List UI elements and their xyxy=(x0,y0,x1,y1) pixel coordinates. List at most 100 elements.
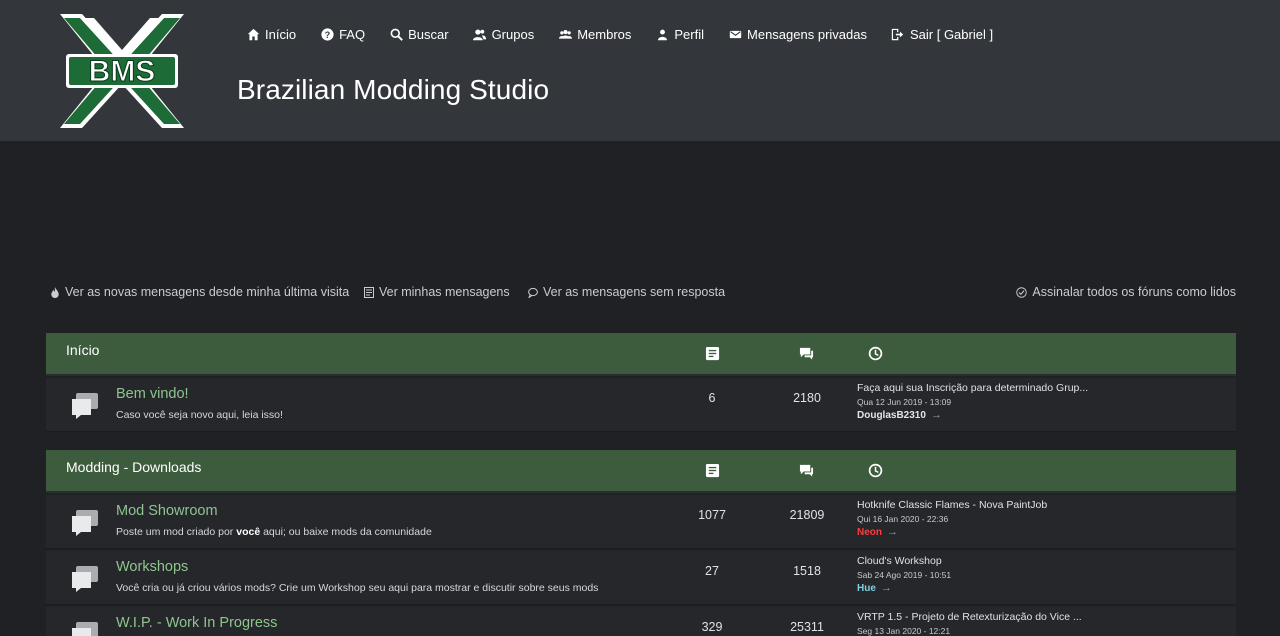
user-icon xyxy=(655,27,669,41)
forum-description: Caso você seja novo aqui, leia isso! xyxy=(116,409,283,421)
mail-icon xyxy=(728,27,742,41)
nav-members[interactable]: Membros xyxy=(558,27,631,42)
my-posts-label: Ver minhas mensagens xyxy=(379,285,510,299)
forum-title[interactable]: W.I.P. - Work In Progress xyxy=(116,615,277,631)
question-icon: ? xyxy=(320,27,334,41)
site-header: BMS Início ? FAQ Buscar Grupos Membros P… xyxy=(0,0,1280,141)
forum-description: Você cria ou já criou vários mods? Crie … xyxy=(116,582,599,594)
nav-groups-label: Grupos xyxy=(491,26,535,42)
check-circle-icon xyxy=(1015,286,1027,298)
forum-description-part: Poste um mod criado por xyxy=(116,526,237,538)
new-posts-link[interactable]: Ver as novas mensagens desde minha últim… xyxy=(50,285,349,299)
main-nav: Início ? FAQ Buscar Grupos Membros Perfi… xyxy=(246,26,1017,42)
site-title[interactable]: Brazilian Modding Studio xyxy=(237,74,549,106)
forum-topics-count: 6 xyxy=(708,391,716,405)
nav-search[interactable]: Buscar xyxy=(389,26,449,42)
forum-posts-count: 21809 xyxy=(789,508,825,522)
members-icon xyxy=(558,27,572,41)
nav-home[interactable]: Início xyxy=(246,27,296,42)
nav-logout[interactable]: Sair [ Gabriel ] xyxy=(891,27,993,42)
last-post-date: Qui 16 Jan 2020 - 22:36 xyxy=(857,514,949,524)
nav-faq[interactable]: ? FAQ xyxy=(320,27,365,42)
last-post: Hotknife Classic Flames - Nova PaintJob … xyxy=(857,499,1227,538)
mark-all-read-link[interactable]: Assinalar todos os fóruns como lidos xyxy=(1015,285,1236,299)
nav-profile-label: Perfil xyxy=(674,26,705,42)
nav-profile[interactable]: Perfil xyxy=(655,27,704,42)
logout-icon xyxy=(891,27,905,41)
last-post-user-line: DouglasB2310 → xyxy=(857,409,1227,421)
last-post: Faça aqui sua Inscrição para determinado… xyxy=(857,382,1227,421)
forum-posts-count: 2180 xyxy=(793,391,821,405)
forum-description: Poste um mod criado por você aqui; ou ba… xyxy=(116,526,432,538)
forum-topics-count: 329 xyxy=(701,620,723,634)
category-header-modding-downloads: Modding - Downloads xyxy=(46,450,1236,493)
last-post-title[interactable]: Hotknife Classic Flames - Nova PaintJob xyxy=(857,499,1227,511)
last-post-user[interactable]: Neon xyxy=(857,527,882,538)
forum-title[interactable]: Bem vindo! xyxy=(116,386,189,402)
flame-icon xyxy=(50,286,60,298)
arrow-right-icon[interactable]: → xyxy=(881,582,892,594)
forum-bubble-icon xyxy=(70,621,100,636)
nav-logout-label: Sair [ Gabriel ] xyxy=(909,26,994,42)
last-post-title[interactable]: Faça aqui sua Inscrição para determinado… xyxy=(857,382,1227,394)
nav-search-label: Buscar xyxy=(408,26,449,42)
svg-text:?: ? xyxy=(324,29,329,39)
forum-row: Mod Showroom Poste um mod criado por voc… xyxy=(46,495,1236,549)
last-post: Cloud's Workshop Sab 24 Ago 2019 - 10:51… xyxy=(857,555,1227,594)
svg-text:BMS: BMS xyxy=(89,55,156,88)
forum-bubble-icon xyxy=(70,392,100,420)
clock-icon xyxy=(868,346,884,362)
last-post: VRTP 1.5 - Projeto de Retexturização do … xyxy=(857,611,1227,636)
posts-icon xyxy=(799,463,815,479)
clock-icon xyxy=(868,463,884,479)
home-icon xyxy=(246,27,260,41)
last-post-user[interactable]: DouglasB2310 xyxy=(857,410,926,421)
search-icon xyxy=(389,27,403,41)
forum-title[interactable]: Workshops xyxy=(116,559,188,575)
nav-home-label: Início xyxy=(265,26,297,42)
forum-description-part: aqui; ou baixe mods da comunidade xyxy=(260,526,432,538)
my-posts-link[interactable]: Ver minhas mensagens xyxy=(364,285,510,299)
forum-bubble-icon xyxy=(70,565,100,593)
unanswered-link[interactable]: Ver as mensagens sem resposta xyxy=(528,285,725,299)
forum-description-bold: você xyxy=(236,526,261,538)
category-header-inicio: Início xyxy=(46,333,1236,376)
last-post-date: Sab 24 Ago 2019 - 10:51 xyxy=(857,570,952,580)
last-post-user[interactable]: Hue xyxy=(857,583,876,594)
nav-faq-label: FAQ xyxy=(339,26,366,42)
quick-links: Ver as novas mensagens desde minha últim… xyxy=(50,285,1236,303)
nav-groups[interactable]: Grupos xyxy=(473,26,535,42)
forum-posts-count: 1518 xyxy=(793,564,821,578)
forum-posts-count: 25311 xyxy=(790,620,824,634)
forum-title[interactable]: Mod Showroom xyxy=(116,503,218,519)
arrow-right-icon[interactable]: → xyxy=(887,526,898,538)
forum-row: Bem vindo! Caso você seja novo aqui, lei… xyxy=(46,378,1236,432)
mark-all-read-label: Assinalar todos os fóruns como lidos xyxy=(1032,285,1236,299)
posts-icon xyxy=(799,346,815,362)
category-title[interactable]: Modding - Downloads xyxy=(66,459,201,475)
forum-topics-count: 1077 xyxy=(698,508,726,522)
last-post-date: Seg 13 Jan 2020 - 12:21 xyxy=(857,626,951,636)
category-title[interactable]: Início xyxy=(66,342,99,358)
forum-topics-count: 27 xyxy=(705,564,719,578)
arrow-right-icon[interactable]: → xyxy=(931,409,942,421)
nav-members-label: Membros xyxy=(577,26,632,42)
nav-private-messages-label: Mensagens privadas xyxy=(747,26,867,42)
topics-icon xyxy=(705,346,721,362)
nav-private-messages[interactable]: Mensagens privadas xyxy=(728,27,867,42)
last-post-date: Qua 12 Jun 2019 - 13:09 xyxy=(857,397,952,407)
document-icon xyxy=(364,286,374,298)
new-posts-label: Ver as novas mensagens desde minha últim… xyxy=(65,285,350,299)
topics-icon xyxy=(705,463,721,479)
speech-bubble-icon xyxy=(528,286,538,298)
forum-bubble-icon xyxy=(70,509,100,537)
forum-row: W.I.P. - Work In Progress 329 25311 VRTP… xyxy=(46,607,1236,636)
groups-icon xyxy=(473,27,487,41)
last-post-user-line: Hue → xyxy=(857,582,1227,594)
forum-row: Workshops Você cria ou já criou vários m… xyxy=(46,551,1236,605)
bms-logo[interactable]: BMS xyxy=(60,14,184,128)
last-post-title[interactable]: VRTP 1.5 - Projeto de Retexturização do … xyxy=(857,611,1227,623)
unanswered-label: Ver as mensagens sem resposta xyxy=(543,285,726,299)
last-post-user-line: Neon → xyxy=(857,526,1227,538)
last-post-title[interactable]: Cloud's Workshop xyxy=(857,555,1227,567)
